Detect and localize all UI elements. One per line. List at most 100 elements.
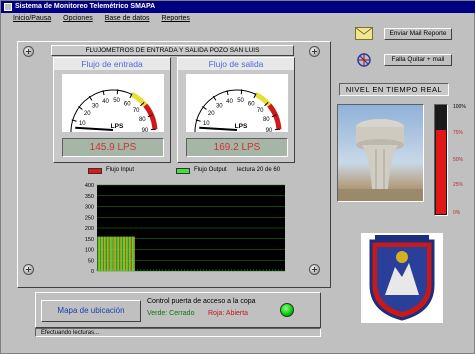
chart-bar-input <box>98 236 101 271</box>
menu-bar: Inicio/Pausa Opciones Base de datos Reporte… <box>1 13 475 25</box>
meters-panel-title: FLUJOMETROS DE ENTRADA Y SALIDA POZO SAN… <box>51 45 294 56</box>
inlet-gauge-zone <box>143 103 158 130</box>
chart-bar-input <box>133 236 135 271</box>
valve-status-indicator <box>280 303 294 317</box>
inlet-gauge-tick-label: 70 <box>133 108 140 114</box>
send-mail-report-button[interactable]: Enviar Mail Reporte <box>384 28 452 40</box>
outlet-gauge-tick-label: 60 <box>248 101 255 107</box>
outlet-gauge-tick <box>240 89 243 95</box>
chart-y-tick-label: 50 <box>88 258 94 264</box>
inlet-gauge-tick-label: 10 <box>79 121 86 127</box>
chart-y-tick-label: 150 <box>85 237 94 243</box>
envelope-icon[interactable] <box>355 27 373 40</box>
outlet-gauge-unit: LPS <box>235 123 248 130</box>
flow-chart-svg: 400 350 300 250 200 150 100 50 0 <box>85 183 285 275</box>
outlet-flow-readout: 169.2 LPS <box>186 138 288 157</box>
chart-bar-input <box>111 236 113 271</box>
chart-bar-input <box>102 236 104 271</box>
level-bar-fill <box>436 129 446 214</box>
legend-output-swatch <box>176 168 190 174</box>
water-tower-photo <box>337 104 424 202</box>
chart-bar-output <box>113 236 115 271</box>
outlet-gauge-tick-label: 90 <box>266 128 273 132</box>
valve-red-label: Roja: Abierta <box>208 310 249 317</box>
inlet-gauge-tick-label: 50 <box>113 98 120 104</box>
inlet-gauge-tick-label: 80 <box>139 117 146 123</box>
inlet-gauge-tick-label: 40 <box>102 99 109 105</box>
inlet-gauge-tick-label: 90 <box>142 128 149 132</box>
chart-bar-output <box>122 236 124 271</box>
window-title: Sistema de Monitoreo Telemétrico SMAPA <box>15 3 156 10</box>
inlet-gauge-unit: LPS <box>111 123 124 130</box>
menu-opciones[interactable]: Opciones <box>63 13 93 25</box>
chart-y-tick-label: 350 <box>85 194 94 200</box>
level-tick-100: 100% <box>453 104 466 110</box>
legend-input-label: Flujo Input <box>106 167 135 173</box>
valve-green-label: Verde: Cerrado <box>147 310 195 317</box>
inlet-flow-readout: 145.9 LPS <box>62 138 164 157</box>
outlet-gauge-tick-label: 10 <box>203 121 210 127</box>
inlet-gauge-tick-label: 20 <box>84 111 91 117</box>
title-bar: Sistema de Monitoreo Telemétrico SMAPA <box>1 1 475 13</box>
outlet-gauge-tick-label: 30 <box>216 103 223 109</box>
chart-y-tick-label: 250 <box>85 215 94 221</box>
outlet-gauge-needle <box>199 126 238 131</box>
chart-bar-output <box>106 236 109 271</box>
smapa-logo <box>361 233 443 323</box>
outlet-gauge-title: Flujo de salida <box>178 58 294 70</box>
level-tick-50: 50% <box>453 157 464 163</box>
outlet-gauge-svg: 0102030405060708090LPS <box>194 89 282 138</box>
flow-chart: 400 350 300 250 200 150 100 50 0 <box>61 179 293 277</box>
inlet-gauge-dial: 0102030405060708090LPS <box>62 74 164 138</box>
chart-bar-input <box>105 236 107 271</box>
chart-bar-output <box>103 236 106 271</box>
valve-control-title: Control puerta de acceso a la copa <box>147 298 256 305</box>
chart-bar-output <box>116 236 118 271</box>
legend-input-swatch <box>88 168 102 174</box>
inlet-gauge-tick <box>116 89 119 95</box>
outlet-gauge-tick-label: 20 <box>208 111 215 117</box>
chart-y-tick-label: 300 <box>85 205 94 211</box>
inlet-gauge-tick-label: 30 <box>92 103 99 109</box>
chart-bar-output <box>119 236 121 271</box>
menu-inicio-pausa[interactable]: Inicio/Pausa <box>13 13 51 25</box>
inlet-gauge-title: Flujo de entrada <box>54 58 170 70</box>
water-tower-image <box>338 119 423 201</box>
level-tick-25: 25% <box>453 182 464 188</box>
menu-reportes[interactable]: Reportes <box>161 13 189 25</box>
screw-icon <box>309 46 320 57</box>
level-title: NIVEL EN TIEMPO REAL <box>339 83 449 96</box>
location-map-button[interactable]: Mapa de ubicación <box>41 300 141 322</box>
status-bar: Efectuando lecturas... <box>35 328 321 337</box>
fault-mail-button[interactable]: Falla Quitar + mail <box>384 54 452 66</box>
chart-bar-input <box>108 236 110 271</box>
chart-bar-output <box>110 236 112 271</box>
inlet-gauge-card: Flujo de entrada 0102030405060708090LPS … <box>53 57 171 163</box>
screw-icon <box>23 46 34 57</box>
inlet-gauge-needle <box>75 126 114 131</box>
chart-bar-input <box>130 236 132 271</box>
chart-bar-output <box>128 236 131 271</box>
chart-bar-output <box>100 236 103 271</box>
screw-icon <box>23 264 34 275</box>
level-tick-0: 0% <box>453 210 461 216</box>
chart-bar-input <box>120 236 123 271</box>
outlet-gauge-tick-label: 50 <box>237 98 244 104</box>
chart-y-tick-label: 400 <box>85 183 94 189</box>
chart-bar-input <box>114 236 116 271</box>
outlet-gauge-tick-label: 40 <box>226 99 233 105</box>
outlet-gauge-tick-label: 70 <box>257 108 264 114</box>
chart-bar-output <box>131 236 134 271</box>
outlet-gauge-tick-label: 80 <box>263 117 270 123</box>
app-icon <box>4 3 12 11</box>
level-tick-75: 75% <box>453 130 464 136</box>
chart-y-tick-label: 200 <box>85 226 94 232</box>
menu-base-de-datos[interactable]: Base de datos <box>105 13 150 25</box>
chart-bar-output <box>125 236 128 271</box>
chart-bar-input <box>117 236 120 271</box>
screw-icon <box>309 264 320 275</box>
main-window: Sistema de Monitoreo Telemétrico SMAPA I… <box>0 0 475 354</box>
fault-icon[interactable] <box>355 52 373 68</box>
inlet-gauge-svg: 0102030405060708090LPS <box>70 89 158 138</box>
outlet-gauge-zone <box>267 103 282 130</box>
